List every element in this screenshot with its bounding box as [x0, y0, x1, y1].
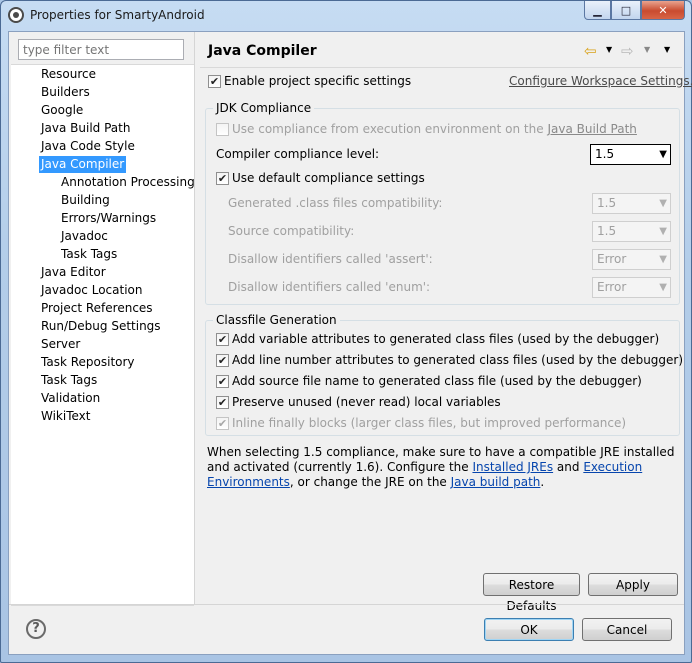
nav-item[interactable]: Java Compiler — [39, 156, 127, 173]
nav-item[interactable]: Builders — [41, 84, 90, 101]
source-compat-label: Source compatibility: — [228, 224, 355, 238]
window-controls: ▁ □ ✕ — [584, 1, 685, 20]
cancel-button[interactable]: Cancel — [582, 618, 672, 641]
classfile-option-label: Add source file name to generated class … — [232, 374, 642, 388]
nav-item[interactable]: Task Tags — [61, 246, 117, 263]
window-title: Properties for SmartyAndroid — [30, 8, 205, 22]
use-default-label: Use default compliance settings — [232, 171, 425, 185]
minimize-icon: ▁ — [593, 3, 602, 17]
use-default-checkbox[interactable]: ✔ — [216, 172, 229, 185]
info-text-4: . — [540, 475, 545, 489]
properties-window: Properties for SmartyAndroid ▁ □ ✕ Resou… — [0, 0, 692, 663]
generated-compat-value: 1.5 — [597, 196, 617, 210]
close-icon: ✕ — [658, 3, 668, 17]
restore-defaults-button[interactable]: Restore Defaults — [483, 573, 580, 613]
java-build-path-link[interactable]: Java Build Path — [547, 122, 636, 136]
panel-splitter[interactable] — [194, 32, 195, 604]
back-dropdown-icon[interactable]: ▼ — [606, 45, 612, 54]
compliance-level-label: Compiler compliance level: — [216, 147, 380, 161]
chevron-down-icon: ▼ — [659, 282, 667, 293]
enable-specific-label: Enable project specific settings — [224, 74, 412, 88]
nav-item[interactable]: Task Tags — [41, 372, 97, 389]
compliance-level-select[interactable]: 1.5 ▼ — [590, 144, 671, 165]
classfile-option-checkbox[interactable]: ✔ — [216, 333, 229, 346]
assert-select[interactable]: Error ▼ — [592, 249, 671, 270]
enum-value: Error — [597, 280, 627, 294]
maximize-icon: □ — [620, 3, 632, 17]
nav-item[interactable]: Task Repository — [41, 354, 135, 371]
use-env-checkbox[interactable] — [216, 123, 229, 136]
nav-item[interactable]: Annotation Processing — [61, 174, 195, 191]
nav-item[interactable]: Javadoc Location — [41, 282, 142, 299]
nav-item[interactable]: WikiText — [41, 408, 91, 425]
maximize-button[interactable]: □ — [611, 1, 641, 20]
configure-workspace-link[interactable]: Configure Workspace Settings... — [509, 74, 692, 88]
generated-compat-label: Generated .class files compatibility: — [228, 196, 443, 210]
nav-item[interactable]: Java Editor — [41, 264, 106, 281]
nav-item[interactable]: Run/Debug Settings — [41, 318, 161, 335]
classfile-option-label: Inline finally blocks (larger class file… — [232, 416, 627, 430]
installed-jres-link[interactable]: Installed JREs — [472, 460, 553, 474]
chevron-down-icon: ▼ — [659, 149, 667, 160]
classfile-option-checkbox[interactable]: ✔ — [216, 396, 229, 409]
classfile-option-checkbox[interactable]: ✔ — [216, 417, 229, 430]
nav-item[interactable]: Java Build Path — [41, 120, 130, 137]
classfile-option-checkbox[interactable]: ✔ — [216, 375, 229, 388]
assert-value: Error — [597, 252, 627, 266]
enum-select[interactable]: Error ▼ — [592, 277, 671, 298]
jdk-group-title: JDK Compliance — [213, 101, 315, 115]
filter-input[interactable] — [18, 39, 184, 60]
nav-item[interactable]: Building — [61, 192, 110, 209]
source-compat-value: 1.5 — [597, 224, 617, 238]
nav-item[interactable]: Resource — [41, 66, 96, 83]
app-icon — [8, 7, 24, 23]
title-separator — [200, 67, 682, 68]
nav-item[interactable]: Google — [41, 102, 83, 119]
nav-tree: Resource Builders Google Java Build Path Jav… — [11, 64, 195, 606]
classfile-option-checkbox[interactable]: ✔ — [216, 354, 229, 367]
classfile-group-title: Classfile Generation — [213, 313, 340, 327]
generated-compat-select[interactable]: 1.5 ▼ — [592, 193, 671, 214]
page-title: Java Compiler — [208, 43, 317, 59]
classfile-option-label: Preserve unused (never read) local varia… — [232, 395, 501, 409]
classfile-option-label: Add line number attributes to generated … — [232, 353, 684, 367]
nav-item[interactable]: Javadoc — [61, 228, 108, 245]
close-button[interactable]: ✕ — [641, 1, 685, 20]
minimize-button[interactable]: ▁ — [584, 1, 611, 20]
view-menu-icon[interactable]: ▼ — [664, 45, 670, 54]
info-text-2: and — [553, 460, 584, 474]
classfile-option-label: Add variable attributes to generated cla… — [232, 332, 660, 346]
footer-separator — [9, 604, 684, 605]
help-icon[interactable]: ? — [26, 619, 46, 639]
nav-item[interactable]: Project References — [41, 300, 153, 317]
apply-button[interactable]: Apply — [588, 573, 678, 596]
use-env-label: Use compliance from execution environmen… — [232, 122, 637, 136]
java-build-path-link-2[interactable]: Java build path — [451, 475, 541, 489]
ok-button[interactable]: OK — [484, 618, 574, 641]
forward-dropdown-icon: ▼ — [644, 45, 651, 54]
nav-item[interactable]: Server — [41, 336, 80, 353]
use-env-text: Use compliance from execution environmen… — [232, 122, 544, 136]
chevron-down-icon: ▼ — [659, 226, 667, 237]
enum-label: Disallow identifiers called 'enum': — [228, 280, 431, 294]
info-text-3: , or change the JRE on the — [289, 475, 451, 489]
chevron-down-icon: ▼ — [659, 254, 667, 265]
nav-item[interactable]: Java Code Style — [41, 138, 135, 155]
enable-specific-checkbox[interactable]: ✔ — [208, 75, 221, 88]
chevron-down-icon: ▼ — [659, 198, 667, 209]
forward-arrow-icon: ⇨ — [621, 42, 634, 60]
source-compat-select[interactable]: 1.5 ▼ — [592, 221, 671, 242]
nav-item[interactable]: Validation — [41, 390, 100, 407]
dialog-client: ResourceBuildersGoogleJava Build PathJav… — [8, 31, 692, 655]
assert-label: Disallow identifiers called 'assert': — [228, 252, 433, 266]
compliance-info-text: When selecting 1.5 compliance, make sure… — [207, 445, 677, 490]
compliance-level-value: 1.5 — [595, 147, 615, 161]
back-arrow-icon[interactable]: ⇦ — [584, 42, 597, 60]
nav-item[interactable]: Errors/Warnings — [61, 210, 156, 227]
title-bar[interactable]: Properties for SmartyAndroid ▁ □ ✕ — [1, 1, 691, 31]
